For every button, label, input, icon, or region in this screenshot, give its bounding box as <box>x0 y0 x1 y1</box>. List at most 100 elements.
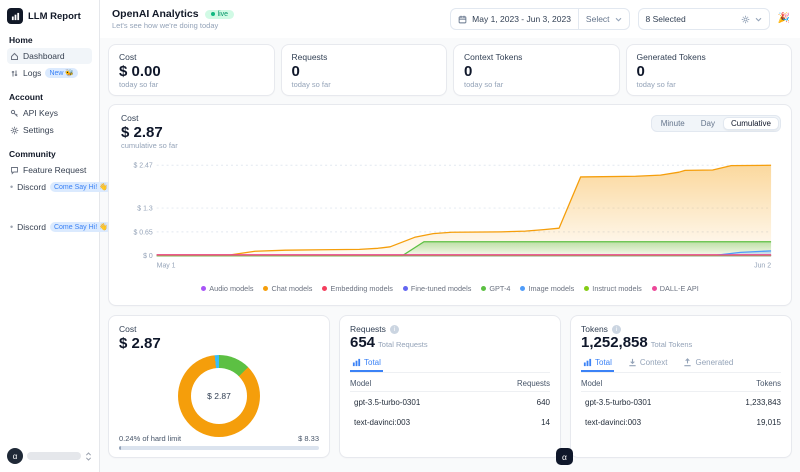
requests-card: Requests i 654Total Requests Total Model… <box>339 315 561 458</box>
hard-limit-amount: $ 8.33 <box>298 434 319 443</box>
table-header: ModelTokens <box>581 376 781 392</box>
models-filter-dropdown[interactable]: 8 Selected <box>638 8 770 30</box>
bullet-icon: • <box>10 182 13 192</box>
upload-icon <box>683 358 692 367</box>
card-label: Tokens <box>581 324 608 334</box>
date-preset-select[interactable]: Select <box>586 14 610 24</box>
discord-badge: Come Say Hi! 👋 <box>50 222 112 232</box>
stat-card-cost: Cost $ 0.00 today so far <box>108 44 275 96</box>
tab-total[interactable]: Total <box>581 356 614 372</box>
sidebar-item-dashboard[interactable]: Dashboard <box>7 48 92 64</box>
bullet-icon: • <box>10 222 13 232</box>
logs-icon <box>10 69 19 78</box>
card-value: 1,252,858Total Tokens <box>581 334 781 351</box>
card-value: 654Total Requests <box>350 334 550 351</box>
sidebar-item-feature-request[interactable]: Feature Request <box>7 162 92 178</box>
chevron-down-icon <box>755 17 762 22</box>
chart-legend: Audio modelsChat modelsEmbedding modelsF… <box>121 284 779 293</box>
cost-breakdown-card: Cost $ 2.87 $ 2.87 0.24% of hard limit $… <box>108 315 330 458</box>
discord-badge: Come Say Hi! 👋 <box>50 182 112 192</box>
stat-label: Requests <box>292 52 437 62</box>
chevron-down-icon <box>615 17 622 22</box>
svg-text:$ 2.47: $ 2.47 <box>133 163 152 170</box>
calendar-icon <box>458 15 467 24</box>
date-range-picker[interactable]: May 1, 2023 - Jun 3, 2023 Select <box>450 8 629 30</box>
table-row[interactable]: gpt-3.5-turbo-0301 640 <box>350 392 550 412</box>
sidebar-item-logs[interactable]: Logs New 🐝 <box>7 65 92 81</box>
card-value: $ 2.87 <box>119 335 319 352</box>
legend-item: Embedding models <box>322 284 392 293</box>
section-community: Community <box>9 149 92 159</box>
gear-icon <box>10 126 19 135</box>
live-dot-icon <box>211 12 215 16</box>
section-account: Account <box>9 92 92 102</box>
date-range-value: May 1, 2023 - Jun 3, 2023 <box>472 14 571 24</box>
stat-value: 0 <box>292 63 437 80</box>
divider <box>578 9 579 29</box>
sidebar-item-label: API Keys <box>23 108 58 118</box>
legend-dot-icon <box>403 286 408 291</box>
table-row[interactable]: text-davinci:003 19,015 <box>581 412 781 432</box>
card-value-caption: Total Requests <box>378 340 428 349</box>
main-area: OpenAI Analytics live Let's see how we'r… <box>100 0 800 472</box>
mode-button-day[interactable]: Day <box>693 117 723 130</box>
sidebar-item-settings[interactable]: Settings <box>7 122 92 138</box>
card-value-caption: Total Tokens <box>651 340 693 349</box>
stat-caption: today so far <box>637 80 782 89</box>
gear-icon <box>741 15 750 24</box>
page-header: OpenAI Analytics live Let's see how we'r… <box>112 8 234 30</box>
tab-total[interactable]: Total <box>350 356 383 372</box>
hard-limit-progress-fill <box>119 446 121 450</box>
legend-item: Image models <box>520 284 574 293</box>
mode-button-minute[interactable]: Minute <box>653 117 693 130</box>
table-row[interactable]: gpt-3.5-turbo-0301 1,233,843 <box>581 392 781 412</box>
info-icon[interactable]: i <box>612 325 621 334</box>
info-icon[interactable]: i <box>390 325 399 334</box>
sidebar-item-discord[interactable]: • Discord Come Say Hi! 👋 <box>7 179 92 195</box>
stat-value: 0 <box>637 63 782 80</box>
stat-caption: today so far <box>292 80 437 89</box>
tab-generated[interactable]: Generated <box>681 356 735 372</box>
bottom-row: Cost $ 2.87 $ 2.87 0.24% of hard limit $… <box>108 315 792 458</box>
table-row[interactable]: text-davinci:003 14 <box>350 412 550 432</box>
username-skeleton <box>27 452 81 460</box>
app-logo: LLM Report <box>7 8 92 24</box>
page-subtitle: Let's see how we're doing today <box>112 21 234 30</box>
page-title: OpenAI Analytics <box>112 8 199 20</box>
cost-donut-chart[interactable]: $ 2.87 <box>178 355 260 437</box>
legend-item: Audio models <box>201 284 253 293</box>
mode-button-cumulative[interactable]: Cumulative <box>723 117 779 130</box>
svg-text:$ 0.65: $ 0.65 <box>133 229 152 236</box>
model-value: 19,015 <box>757 418 781 427</box>
stat-value: $ 0.00 <box>119 63 264 80</box>
section-home: Home <box>9 35 92 45</box>
cost-chart-card: Cost $ 2.87 cumulative so far MinuteDayC… <box>108 104 792 306</box>
sidebar-item-api-keys[interactable]: API Keys <box>7 105 92 121</box>
party-popper-icon[interactable]: 🎉 <box>778 14 790 24</box>
user-menu[interactable]: α <box>7 448 92 464</box>
svg-text:Jun 2: Jun 2 <box>754 263 771 270</box>
stat-caption: today so far <box>464 80 609 89</box>
legend-dot-icon <box>520 286 525 291</box>
sidebar-item-discord-2[interactable]: • Discord Come Say Hi! 👋 <box>7 219 92 235</box>
svg-text:$ 1.3: $ 1.3 <box>137 206 153 213</box>
tokens-table: ModelTokens gpt-3.5-turbo-0301 1,233,843… <box>581 376 781 432</box>
stat-value: 0 <box>464 63 609 80</box>
hard-limit-progress <box>119 446 319 450</box>
model-name: text-davinci:003 <box>350 418 410 427</box>
legend-item: Fine-tuned models <box>403 284 471 293</box>
card-label: Cost <box>119 324 319 334</box>
model-name: gpt-3.5-turbo-0301 <box>350 398 420 407</box>
sidebar-item-label: Discord <box>17 222 46 232</box>
svg-text:$ 0: $ 0 <box>143 253 153 260</box>
stat-label: Cost <box>119 52 264 62</box>
chat-fab[interactable]: α <box>556 448 573 465</box>
logo-chart-icon <box>7 8 23 24</box>
stat-caption: today so far <box>119 80 264 89</box>
tab-context[interactable]: Context <box>626 356 670 372</box>
cost-area-chart[interactable]: $ 2.47$ 1.3$ 0.65$ 0May 1Jun 2 <box>121 154 779 281</box>
sidebar-item-label: Dashboard <box>23 51 65 61</box>
bar-chart-icon <box>583 358 592 367</box>
requests-table: ModelRequests gpt-3.5-turbo-0301 640 tex… <box>350 376 550 432</box>
stat-label: Context Tokens <box>464 52 609 62</box>
